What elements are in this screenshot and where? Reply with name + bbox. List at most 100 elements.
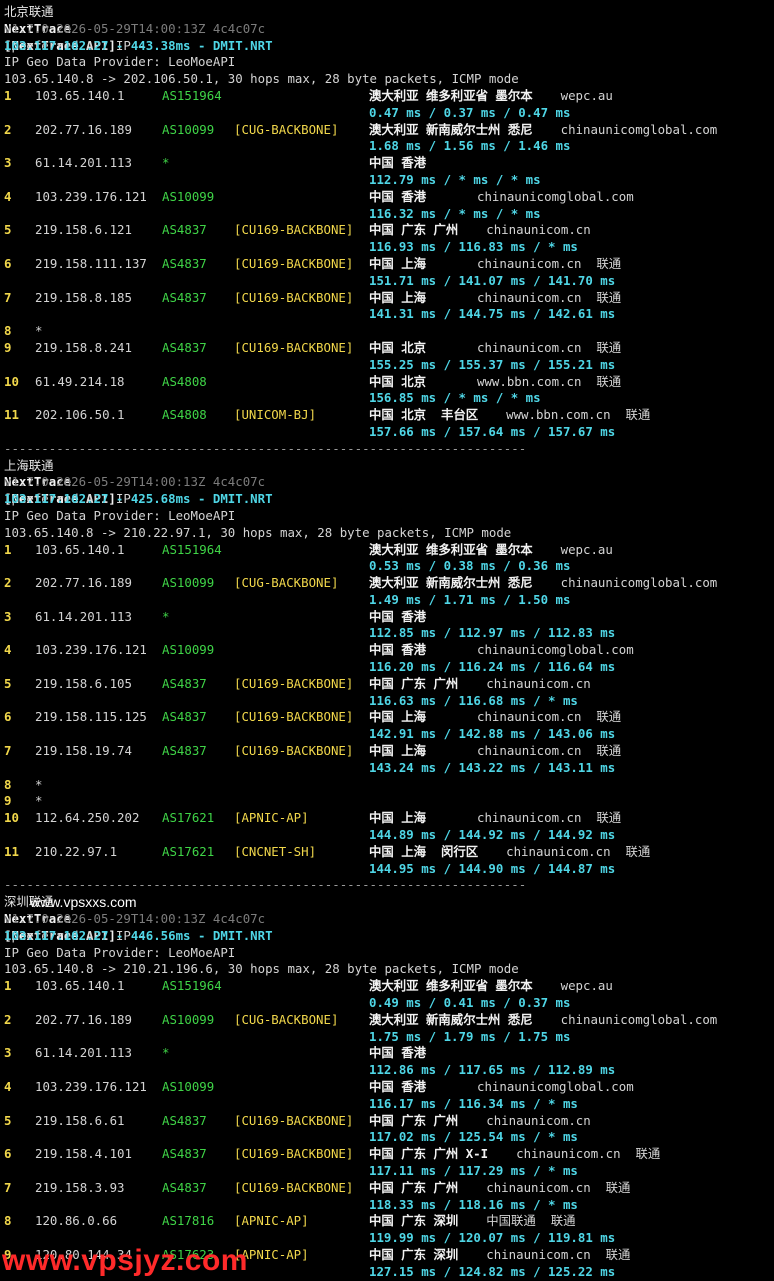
hop-ip: 112.64.250.202 — [35, 810, 140, 826]
hop-ip: 120.86.0.66 — [35, 1213, 118, 1229]
hop-number: 2 — [4, 121, 12, 137]
hop-rtt-row: 0.49 ms / 0.41 ms / 0.37 ms — [4, 995, 774, 1012]
hop-geo: 中国 北京 — [369, 339, 427, 355]
hop-ip: 202.106.50.1 — [35, 407, 125, 423]
route-text: 103.65.140.8 -> 210.22.97.1, 30 hops max… — [4, 524, 512, 540]
hop-ip: 219.158.4.101 — [35, 1146, 132, 1162]
hop-geo: 中国 香港 — [369, 1045, 427, 1061]
hop-number: 2 — [4, 575, 12, 591]
separator: ----------------------------------------… — [4, 440, 527, 456]
hop-rtt-row: 144.89 ms / 144.92 ms / 144.92 ms — [4, 827, 774, 844]
hop-ip: 219.158.6.61 — [35, 1112, 125, 1128]
hop-number: 9 — [4, 339, 12, 355]
hop-rtt: 0.49 ms / 0.41 ms / 0.37 ms — [369, 995, 571, 1011]
block-title-line: 上海联通 — [4, 458, 774, 475]
hop-geo: 中国 广东 广州 — [369, 1179, 459, 1195]
hop-number: 8 — [4, 1213, 12, 1229]
hop-number: 10 — [4, 810, 19, 826]
provider-line: IP Geo Data Provider: LeoMoeAPI — [4, 508, 774, 525]
hop-rtt: 117.02 ms / 125.54 ms / * ms — [369, 1129, 578, 1145]
hop-row: 2 202.77.16.189 AS10099 [CUG-BACKBONE] 澳大利亚 … — [4, 575, 774, 592]
api-line: [NextTrace API] preferred API IP - 103.1… — [4, 38, 774, 55]
hop-geo: 澳大利亚 新南威尔士州 悉尼 — [369, 121, 533, 137]
hop-geo: 中国 香港 — [369, 642, 427, 658]
hop-rtt: 116.32 ms / * ms / * ms — [369, 205, 541, 221]
hop-ip: 219.158.19.74 — [35, 743, 132, 759]
hop-domain: chinaunicom.cn 联通 — [477, 255, 622, 271]
hop-number: 5 — [4, 675, 12, 691]
hop-asn: AS10099 — [162, 121, 215, 137]
terminal-output: 北京联通 NextTrace v1.7.0 2026-05-29T14:00:13… — [4, 4, 774, 1281]
hop-number: 3 — [4, 1045, 12, 1061]
route-text: 103.65.140.8 -> 210.21.196.6, 30 hops ma… — [4, 961, 519, 977]
hop-geo: 中国 香港 — [369, 188, 427, 204]
hop-ip: 103.239.176.121 — [35, 642, 147, 658]
hop-number: 5 — [4, 1112, 12, 1128]
hop-asn: AS151964 — [162, 978, 222, 994]
hop-asn: AS4837 — [162, 222, 207, 238]
hop-rtt: 1.49 ms / 1.71 ms / 1.50 ms — [369, 591, 571, 607]
hop-asn: AS4837 — [162, 289, 207, 305]
hop-ip: 202.77.16.189 — [35, 121, 132, 137]
hop-geo: 澳大利亚 维多利亚省 墨尔本 — [369, 541, 533, 557]
provider-line: IP Geo Data Provider: LeoMoeAPI — [4, 945, 774, 962]
hop-domain: chinaunicom.cn 联通 — [516, 1146, 661, 1162]
hop-rtt-row: 142.91 ms / 142.88 ms / 143.06 ms — [4, 726, 774, 743]
hop-tag: [APNIC-AP] — [234, 1213, 309, 1229]
hop-number: 7 — [4, 289, 12, 305]
hop-asn: * — [162, 155, 170, 171]
hop-rtt: 156.85 ms / * ms / * ms — [369, 390, 541, 406]
block-title: 上海联通 — [4, 457, 54, 473]
hop-ip: 103.239.176.121 — [35, 1079, 147, 1094]
hop-number: 8 — [4, 323, 12, 339]
hop-domain: chinaunicom.cn — [486, 222, 591, 238]
api-line: [NextTrace API] preferred API IP - 103.1… — [4, 491, 774, 508]
bottom-watermark: www.vpsjyz.com — [2, 1244, 248, 1277]
hop-geo: 中国 香港 — [369, 1079, 427, 1094]
hop-domain: chinaunicomglobal.com — [477, 642, 634, 658]
hop-asn: * — [162, 1045, 170, 1061]
hop-asn: AS4837 — [162, 1179, 207, 1195]
hop-rtt-row: 116.20 ms / 116.24 ms / 116.64 ms — [4, 659, 774, 676]
hop-ip: 210.22.97.1 — [35, 843, 118, 859]
hop-domain: chinaunicomglobal.com — [477, 1079, 634, 1094]
hop-row: 8 120.86.0.66 AS17816 [APNIC-AP] 中国 广东 深圳 中国联… — [4, 1213, 774, 1230]
hop-ip: 61.49.214.18 — [35, 373, 125, 389]
hop-row: 7 219.158.19.74 AS4837 [CU169-BACKBONE] 中国 上… — [4, 743, 774, 760]
hop-row: 6 219.158.111.137 AS4837 [CU169-BACKBONE] 中国… — [4, 256, 774, 273]
hop-row: 6 219.158.4.101 AS4837 [CU169-BACKBONE] 中国 广… — [4, 1146, 774, 1163]
hop-row: 2 202.77.16.189 AS10099 [CUG-BACKBONE] 澳大利亚 … — [4, 1012, 774, 1029]
hop-number: 2 — [4, 1011, 12, 1027]
hop-asn: AS4837 — [162, 255, 207, 271]
hop-number: 5 — [4, 222, 12, 238]
hop-row: 11 210.22.97.1 AS17621 [CNCNET-SH] 中国 上海 闵行区… — [4, 844, 774, 861]
hop-domain: chinaunicom.cn 联通 — [477, 709, 622, 725]
hop-asn: AS4837 — [162, 1112, 207, 1128]
version-line: NextTrace v1.7.0 2026-05-29T14:00:13Z 4c… — [4, 21, 774, 38]
hop-asn: AS4808 — [162, 373, 207, 389]
hop-rtt: 142.91 ms / 142.88 ms / 143.06 ms — [369, 726, 616, 742]
provider-text: IP Geo Data Provider: LeoMoeAPI — [4, 507, 236, 523]
api-ip: 103.117.102.27 - 446.56ms - DMIT.NRT — [4, 927, 273, 943]
hop-asn: AS151964 — [162, 87, 222, 103]
hop-domain: chinaunicomglobal.com — [560, 1011, 718, 1027]
hop-rtt-row: 157.66 ms / 157.64 ms / 157.67 ms — [4, 424, 774, 441]
hop-row: 8 * — [4, 777, 774, 794]
hop-asn: AS10099 — [162, 1079, 215, 1094]
hop-asn: AS17816 — [162, 1213, 215, 1229]
api-ip: 103.117.102.27 - 425.68ms - DMIT.NRT — [4, 491, 273, 507]
hop-rtt: 112.86 ms / 117.65 ms / 112.89 ms — [369, 1062, 616, 1078]
hop-domain: chinaunicom.cn 联通 — [477, 810, 622, 826]
hop-number: 1 — [4, 87, 12, 103]
hop-rtt-row: 118.33 ms / 118.16 ms / * ms — [4, 1197, 774, 1214]
version-text: v1.7.0 2026-05-29T14:00:13Z 4c4c07c — [4, 911, 266, 927]
hop-tag: [CU169-BACKBONE] — [234, 1179, 354, 1195]
version-line: NextTrace v1.7.0 2026-05-29T14:00:13Z 4c… — [4, 474, 774, 491]
hop-tag: [CU169-BACKBONE] — [234, 743, 354, 759]
hop-ip: 61.14.201.113 — [35, 608, 132, 624]
hop-rtt-row: 116.17 ms / 116.34 ms / * ms — [4, 1096, 774, 1113]
hop-tag: [UNICOM-BJ] — [234, 407, 317, 423]
hop-rtt-row: 143.24 ms / 143.22 ms / 143.11 ms — [4, 760, 774, 777]
hop-number: 1 — [4, 978, 12, 994]
hop-tag: [CU169-BACKBONE] — [234, 1112, 354, 1128]
